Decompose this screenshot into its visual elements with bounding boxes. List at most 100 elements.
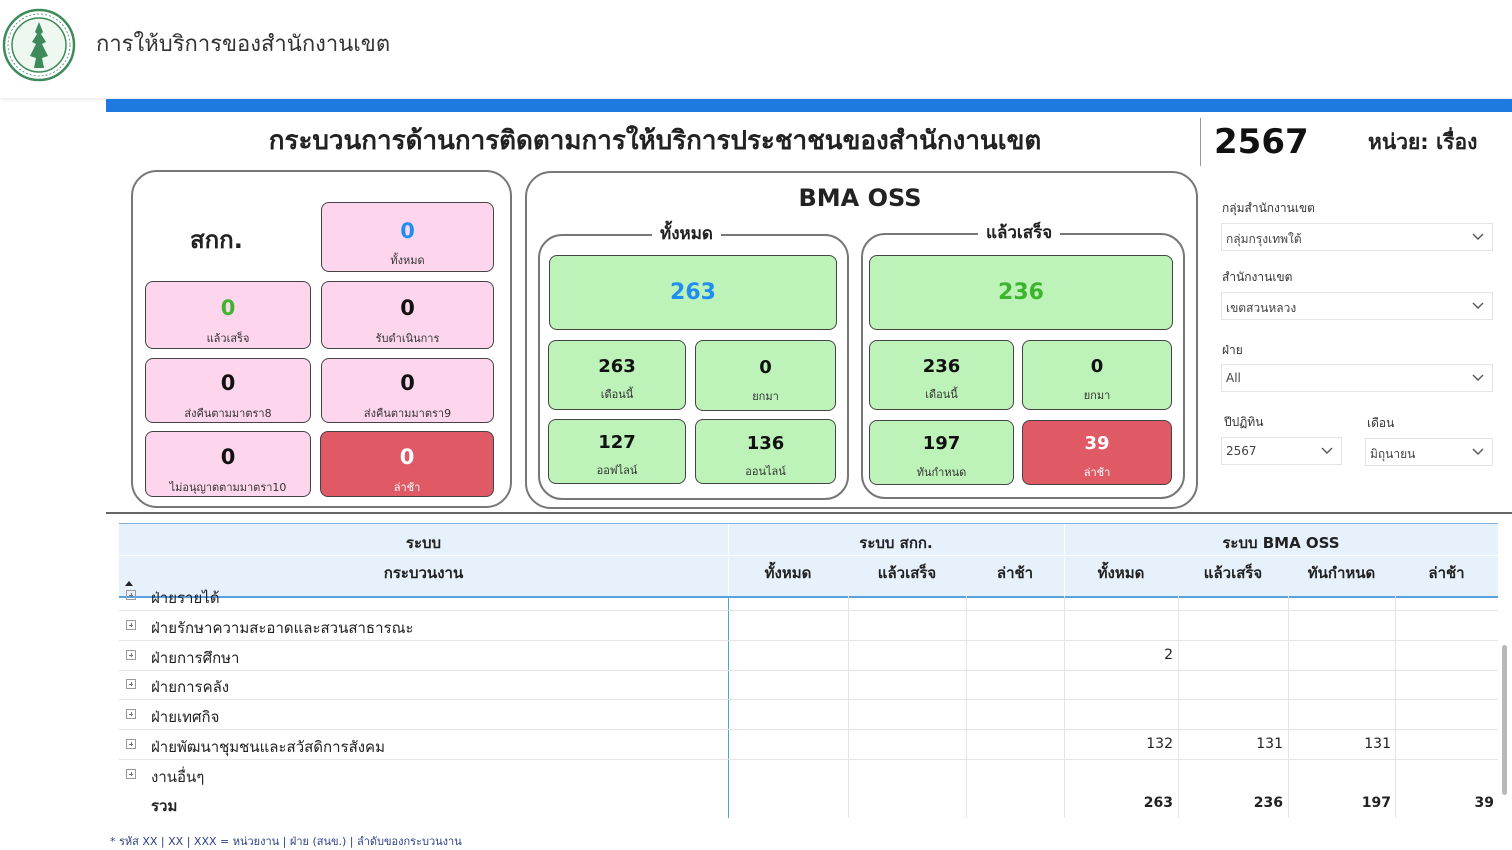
process-name: ฝ่ายรักษาความสะอาดและสวนสาธารณะ — [151, 619, 414, 637]
skk-total-card[interactable]: 0 ทั้งหมด — [321, 202, 494, 272]
oss-done-total-value: 236 — [998, 280, 1044, 305]
month-label: เดือน — [1367, 416, 1395, 430]
expand-icon[interactable] — [126, 709, 136, 719]
district-group-select[interactable]: กลุ่มกรุงเทพใต้ — [1221, 223, 1493, 251]
total-oss-late: 39 — [1474, 795, 1494, 811]
oss-title: BMA OSS — [798, 184, 922, 212]
unit-label: หน่วย: เรื่อง — [1368, 130, 1478, 154]
total-oss-total: 263 — [1143, 795, 1173, 811]
skk-title: สกก. — [190, 226, 243, 254]
table-row[interactable]: ฝ่ายเทศกิจ — [119, 700, 1498, 730]
oss-total-cell: 2 — [1164, 647, 1173, 663]
table-row[interactable]: ฝ่ายการคลัง — [119, 670, 1498, 700]
oss-done-carried-label: ยกมา — [1083, 389, 1111, 402]
district-value: เขตสวนหลวง — [1226, 301, 1297, 315]
skk-deny10-value: 0 — [220, 445, 236, 469]
chevron-down-icon — [1472, 302, 1484, 309]
table-row[interactable]: ฝ่ายรักษาความสะอาดและสวนสาธารณะ — [119, 611, 1498, 641]
chevron-down-icon — [1472, 448, 1484, 455]
chevron-down-icon — [1472, 374, 1484, 381]
skk-total-label: ทั้งหมด — [390, 254, 425, 267]
expand-icon[interactable] — [126, 739, 136, 749]
report-year: 2567 — [1214, 122, 1309, 162]
bangkok-seal-logo — [2, 8, 76, 82]
skk-return8-value: 0 — [220, 371, 236, 395]
skk-late-card[interactable]: 0 ล่าช้า — [320, 431, 494, 497]
skk-done-card[interactable]: 0 แล้วเสร็จ — [145, 281, 311, 349]
skk-deny10-card[interactable]: 0 ไม่อนุญาตตามมาตรา10 — [145, 431, 311, 497]
oss-done-late-value: 39 — [1084, 433, 1110, 454]
total-oss-done: 236 — [1253, 795, 1283, 811]
table-header-mask — [119, 523, 1498, 595]
table-row[interactable]: ฝ่ายการศึกษา 2 — [119, 641, 1498, 671]
chevron-down-icon — [1321, 447, 1333, 454]
oss-all-total-value: 263 — [670, 280, 716, 305]
oss-done-cell: 131 — [1256, 736, 1283, 752]
process-name: ฝ่ายการศึกษา — [151, 649, 240, 667]
oss-all-offline-value: 127 — [598, 432, 636, 453]
oss-done-title: แล้วเสร็จ — [978, 219, 1061, 246]
table-total-row: รวม 263 236 197 39 — [119, 789, 1498, 818]
oss-all-offline-label: ออฟไลน์ — [596, 464, 638, 477]
oss-all-online-value: 136 — [746, 433, 785, 454]
skk-deny10-label: ไม่อนุญาตตามมาตรา10 — [169, 481, 287, 494]
oss-all-offline-card[interactable]: 127 ออฟไลน์ — [548, 419, 686, 484]
skk-return9-value: 0 — [400, 371, 415, 395]
oss-done-late-card[interactable]: 39 ล่าช้า — [1022, 420, 1172, 485]
oss-all-carried-value: 0 — [759, 357, 772, 378]
oss-all-online-card[interactable]: 136 ออนไลน์ — [695, 419, 836, 484]
skk-total-value: 0 — [400, 219, 415, 243]
skk-done-value: 0 — [220, 296, 236, 320]
footnote: * รหัส XX | XX | XXX = หน่วยงาน | ฝ่าย (… — [110, 835, 462, 848]
oss-total-cell: 132 — [1146, 736, 1173, 752]
oss-all-title: ทั้งหมด — [652, 220, 721, 247]
oss-all-this-month-value: 263 — [598, 356, 636, 377]
skk-return8-card[interactable]: 0 ส่งคืนตามมาตรา8 — [145, 358, 311, 423]
skk-in-progress-value: 0 — [400, 296, 415, 320]
process-name: งานอื่นๆ — [151, 768, 205, 786]
process-name: ฝ่ายเทศกิจ — [151, 708, 220, 726]
expand-icon[interactable] — [126, 650, 136, 660]
fiscal-year-label: ปีปฏิทิน — [1224, 415, 1264, 429]
oss-done-this-month-label: เดือนนี้ — [925, 388, 958, 401]
oss-all-this-month-card[interactable]: 263 เดือนนี้ — [548, 340, 686, 410]
report-title: กระบวนการด้านการติดตามการให้บริการประชาช… — [268, 126, 1042, 156]
table-scrollbar[interactable] — [1502, 645, 1507, 795]
district-select[interactable]: เขตสวนหลวง — [1221, 292, 1493, 320]
divider — [1200, 118, 1201, 166]
skk-return9-card[interactable]: 0 ส่งคืนตามมาตรา9 — [321, 358, 494, 423]
expand-icon[interactable] — [126, 679, 136, 689]
total-oss-ontime: 197 — [1361, 795, 1391, 811]
oss-done-this-month-value: 236 — [922, 356, 961, 377]
month-select[interactable]: มิถุนายน — [1365, 438, 1493, 466]
skk-in-progress-card[interactable]: 0 รับดำเนินการ — [321, 281, 494, 349]
oss-done-carried-card[interactable]: 0 ยกมา — [1022, 340, 1172, 410]
chevron-down-icon — [1472, 233, 1484, 240]
oss-all-carried-label: ยกมา — [752, 390, 779, 403]
table-row[interactable]: งานอื่นๆ — [119, 760, 1498, 789]
oss-done-on-time-card[interactable]: 197 ทันกำหนด — [869, 420, 1014, 485]
process-table: ระบบ ระบบ สกก. ระบบ BMA OSS กระบวนงาน ทั… — [119, 523, 1498, 818]
expand-icon[interactable] — [126, 769, 136, 779]
expand-icon[interactable] — [126, 620, 136, 630]
oss-done-on-time-value: 197 — [922, 433, 961, 454]
skk-late-value: 0 — [399, 445, 415, 469]
skk-late-label: ล่าช้า — [393, 481, 421, 494]
district-label: สำนักงานเขต — [1222, 270, 1293, 284]
fiscal-year-select[interactable]: 2567 — [1221, 437, 1342, 465]
oss-done-on-time-label: ทันกำหนด — [916, 466, 967, 479]
oss-all-this-month-label: เดือนนี้ — [600, 388, 634, 401]
table-row[interactable]: ฝ่ายพัฒนาชุมชนและสวัสดิการสังคม 132 131 … — [119, 730, 1498, 760]
oss-done-this-month-card[interactable]: 236 เดือนนี้ — [869, 340, 1014, 410]
app-title: การให้บริการของสำนักงานเขต — [96, 32, 391, 57]
top-bar: การให้บริการของสำนักงานเขต — [0, 0, 1512, 98]
division-value: All — [1226, 371, 1241, 385]
oss-done-total-card[interactable]: 236 — [869, 255, 1173, 330]
oss-done-carried-value: 0 — [1090, 356, 1104, 377]
process-name: ฝ่ายการคลัง — [151, 678, 230, 696]
fiscal-year-value: 2567 — [1226, 444, 1257, 458]
division-select[interactable]: All — [1221, 364, 1493, 392]
oss-all-total-card[interactable]: 263 — [549, 255, 837, 330]
total-label: รวม — [151, 797, 178, 815]
oss-all-carried-card[interactable]: 0 ยกมา — [695, 340, 836, 411]
